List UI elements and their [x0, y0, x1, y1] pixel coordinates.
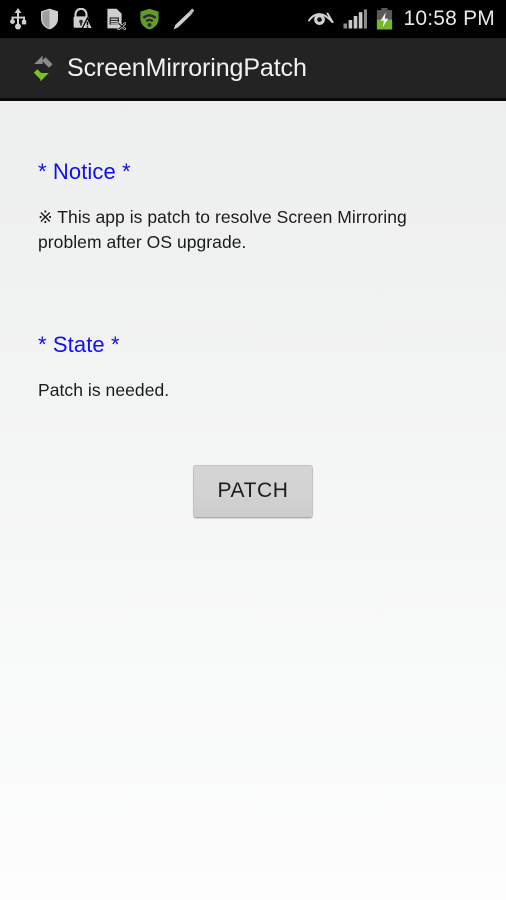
- secure-wifi-icon: [139, 8, 160, 30]
- usb-icon: [9, 8, 27, 30]
- status-bar-right-icons: 10:58 PM: [307, 7, 496, 31]
- patch-button-row: PATCH: [38, 465, 468, 518]
- notice-text: ※ This app is patch to resolve Screen Mi…: [38, 207, 407, 252]
- status-bar: 10:58 PM: [0, 0, 506, 38]
- main-content: * Notice * ※ This app is patch to resolv…: [0, 159, 506, 518]
- battery-charging-icon: [376, 8, 393, 30]
- action-bar: ScreenMirroringPatch: [0, 38, 506, 101]
- status-bar-left-icons: [9, 7, 195, 31]
- shield-icon: [40, 8, 59, 30]
- patch-button[interactable]: PATCH: [193, 465, 313, 518]
- state-text: Patch is needed.: [38, 380, 170, 400]
- app-title: ScreenMirroringPatch: [67, 53, 307, 82]
- status-bar-clock: 10:58 PM: [403, 7, 495, 30]
- notice-heading: * Notice *: [38, 159, 131, 184]
- lock-warning-icon: [72, 7, 94, 30]
- state-heading: * State *: [38, 332, 120, 357]
- sim-card-error-icon: [106, 8, 127, 31]
- app-screen: 10:58 PM ScreenMirroringPatch * Notice *…: [0, 0, 506, 900]
- smart-stay-eye-icon: [307, 10, 334, 28]
- stylus-pen-icon: [173, 8, 195, 30]
- signal-bars-icon: [343, 9, 367, 29]
- screen-mirroring-sync-icon: [28, 55, 55, 82]
